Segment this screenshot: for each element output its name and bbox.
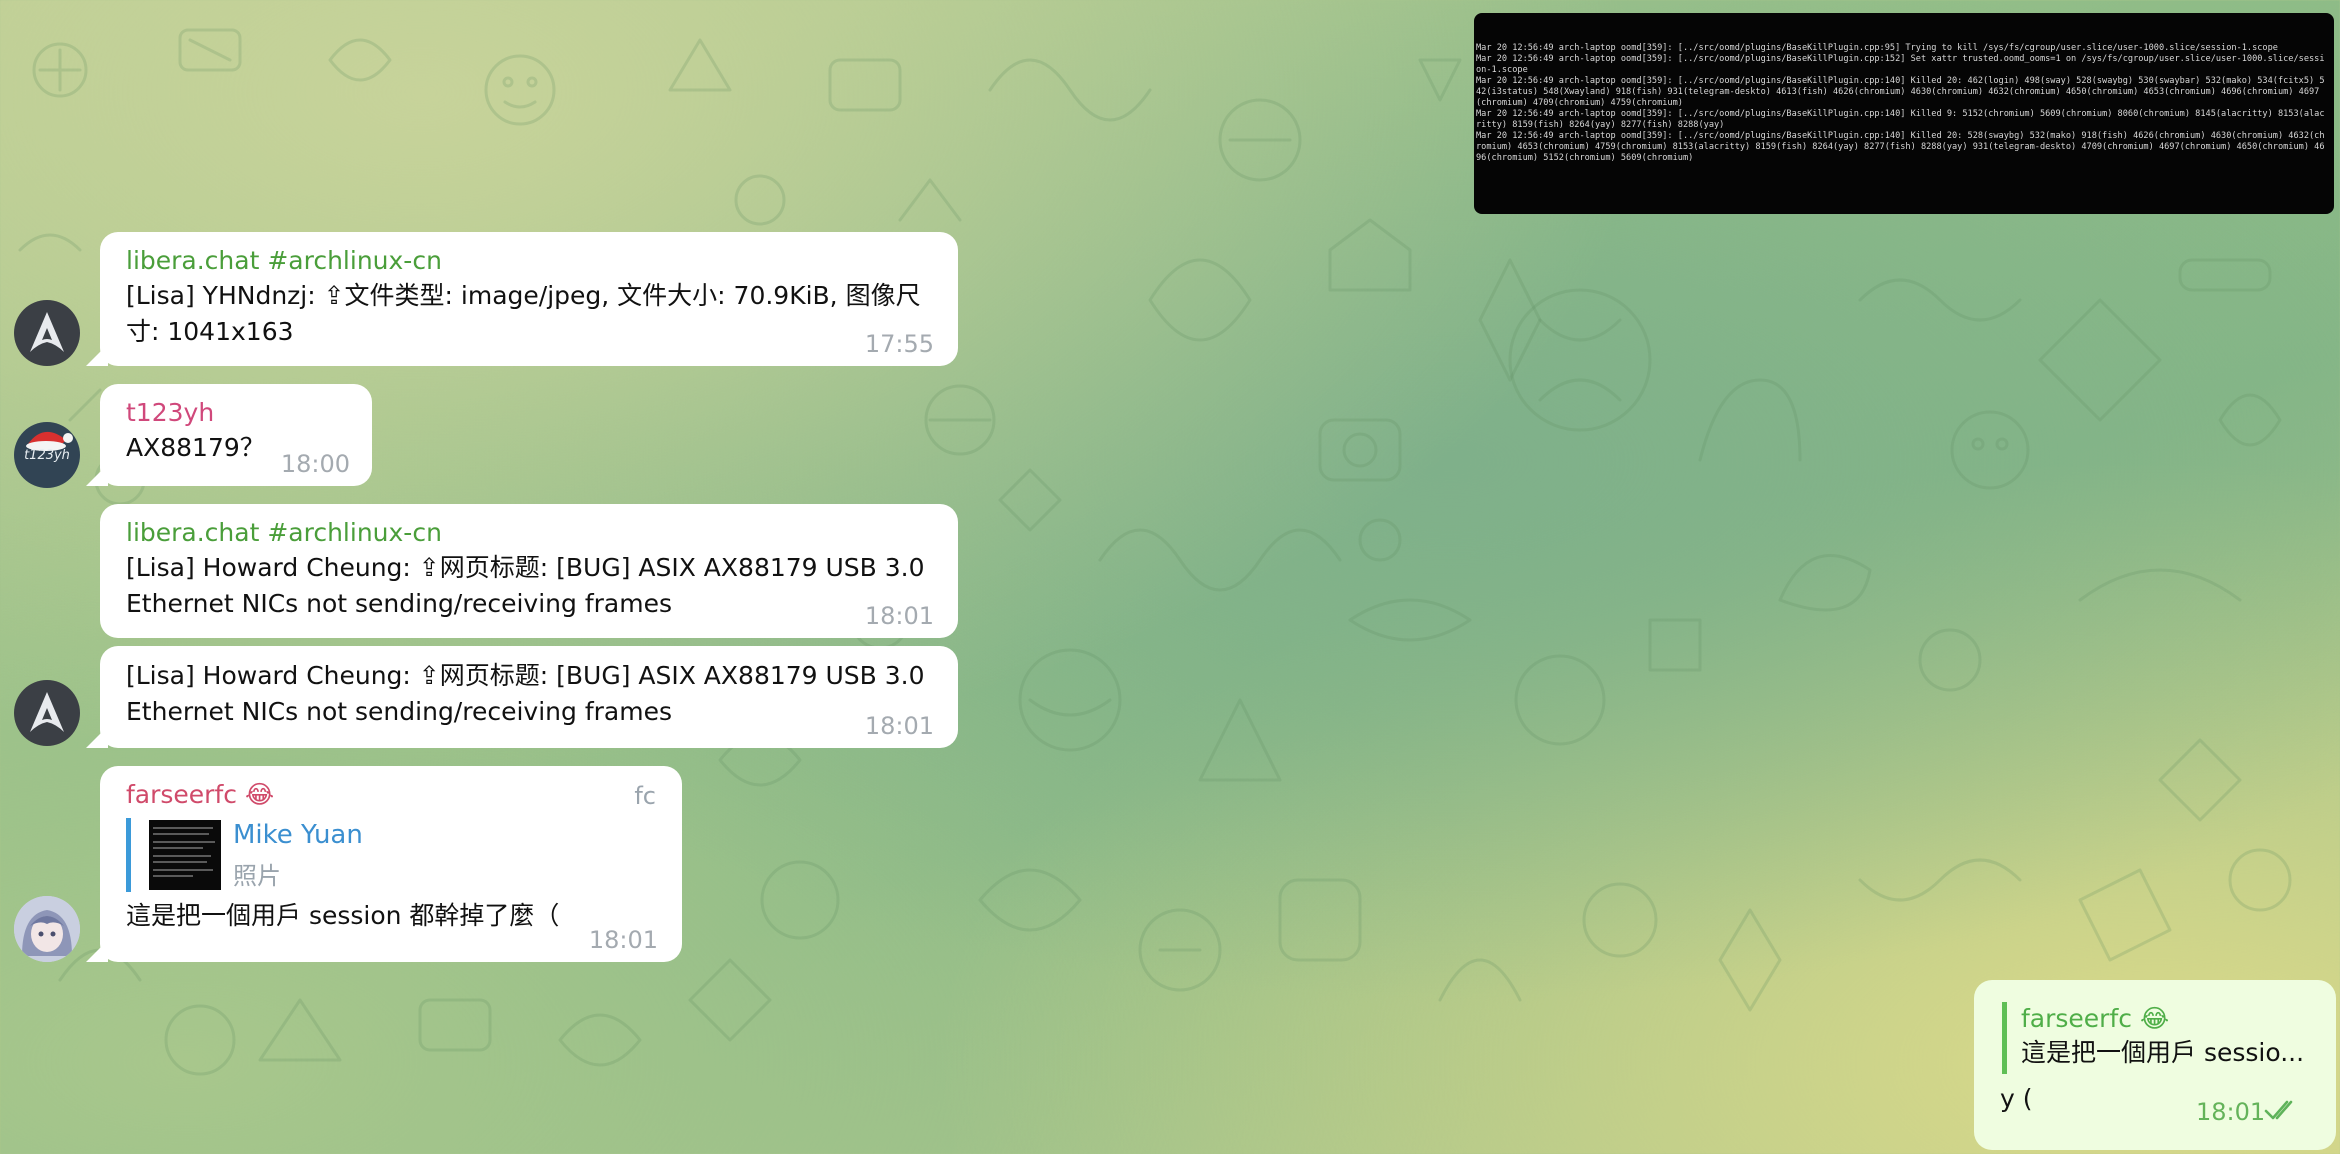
sender-name[interactable]: libera.chat #archlinux-cn xyxy=(126,244,932,278)
avatar-t123yh[interactable]: t123yh xyxy=(14,422,80,488)
reply-author: farseerfc 😂 xyxy=(2021,1004,2170,1033)
avatar-archlinux[interactable] xyxy=(14,680,80,746)
message-text: [Lisa] Howard Cheung: ⇪网页标题: [BUG] ASIX … xyxy=(126,661,925,726)
message-bubble[interactable]: farseerfc 😂 fc Mike Yuan 照片 這是把一個用戶 sess… xyxy=(100,766,682,962)
terminal-line: Mar 20 12:56:49 arch-laptop oomd[359]: [… xyxy=(1476,131,2325,163)
message-bubble[interactable]: t123yh AX88179？ 18:00 xyxy=(100,384,372,486)
reply-text: 這是把一個用戶 sessio... xyxy=(2021,1038,2305,1067)
message-text: 這是把一個用戶 session 都幹掉了麼（ xyxy=(126,901,560,930)
terminal-line: Mar 20 12:56:49 arch-laptop oomd[359]: [… xyxy=(1476,43,2278,53)
message-text: [Lisa] YHNdnzj: ⇪文件类型: image/jpeg, 文件大小:… xyxy=(126,281,921,346)
sender-tag: fc xyxy=(634,782,656,810)
message-text: y ( xyxy=(2000,1084,2033,1113)
anime-avatar-icon xyxy=(14,896,80,962)
terminal-line: Mar 20 12:56:49 arch-laptop oomd[359]: [… xyxy=(1476,54,2325,75)
avatar-text: t123yh xyxy=(24,448,70,463)
double-check-icon xyxy=(2264,1100,2293,1120)
arch-logo-icon xyxy=(30,312,64,352)
message-time: 18:01 xyxy=(588,926,658,954)
terminal-line: Mar 20 12:56:49 arch-laptop oomd[359]: [… xyxy=(1476,76,2325,108)
message-time: 18:01 xyxy=(864,602,934,630)
terminal-line: Mar 20 12:56:49 arch-laptop oomd[359]: [… xyxy=(1476,109,2325,130)
outgoing-message-bubble[interactable]: farseerfc 😂 這是把一個用戶 sessio... y ( 18:01 xyxy=(1974,980,2336,1150)
message-bubble[interactable]: libera.chat #archlinux-cn [Lisa] YHNdnzj… xyxy=(100,232,958,366)
sender-name[interactable]: t123yh xyxy=(126,396,346,430)
sender-name[interactable]: farseerfc 😂 xyxy=(126,778,656,812)
reply-quote[interactable]: Mike Yuan 照片 xyxy=(126,818,656,892)
message-text: [Lisa] Howard Cheung: ⇪网页标题: [BUG] ASIX … xyxy=(126,553,925,618)
terminal-thumbnail-icon xyxy=(153,827,215,877)
avatar-farseerfc[interactable] xyxy=(14,896,80,962)
reply-media-type: 照片 xyxy=(233,862,281,890)
arch-logo-icon xyxy=(30,692,64,732)
message-time: 17:55 xyxy=(864,330,934,358)
reply-quote[interactable]: farseerfc 😂 這是把一個用戶 sessio... xyxy=(2002,1002,2340,1074)
message-time: 18:01 xyxy=(864,712,934,740)
message-time: 18:00 xyxy=(280,450,350,478)
terminal-log-photo[interactable]: Mar 20 12:56:49 arch-laptop oomd[359]: [… xyxy=(1474,13,2334,214)
message-time: 18:01 xyxy=(2196,1098,2266,1126)
message-bubble[interactable]: libera.chat #archlinux-cn [Lisa] Howard … xyxy=(100,504,958,638)
reply-author: Mike Yuan xyxy=(233,820,363,850)
avatar-archlinux[interactable] xyxy=(14,300,80,366)
message-bubble[interactable]: [Lisa] Howard Cheung: ⇪网页标题: [BUG] ASIX … xyxy=(100,646,958,748)
reply-thumbnail xyxy=(149,820,221,890)
sender-name[interactable]: libera.chat #archlinux-cn xyxy=(126,516,932,550)
